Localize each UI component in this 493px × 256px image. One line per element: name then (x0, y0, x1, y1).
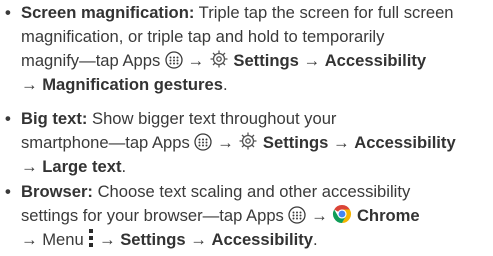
item-text: Show bigger text throughout your (92, 109, 337, 128)
magnification-gestures-label: Magnification gestures (42, 75, 223, 94)
arrow: → (333, 133, 350, 152)
period: . (312, 230, 318, 249)
item-text: smartphone—tap Apps (21, 133, 190, 152)
item-title: Big text: (21, 109, 88, 128)
accessibility-document: • Screen magnification: Triple tap the s… (0, 0, 493, 256)
large-text-label: Large text (42, 157, 122, 176)
list-item-big-text: • Big text: Show bigger text throughout … (0, 107, 493, 179)
settings-label: Settings (262, 133, 329, 152)
arrow: → (311, 206, 328, 225)
menu-label: Menu (42, 230, 84, 249)
arrow: → (21, 230, 38, 249)
item-text: Choose text scaling and other accessibil… (97, 182, 411, 201)
period: . (121, 157, 127, 176)
item-text: magnification, or triple tap and hold to… (21, 27, 385, 46)
chrome-icon (332, 204, 352, 224)
period: . (222, 75, 228, 94)
gear-icon (238, 131, 258, 151)
accessibility-label: Accessibility (354, 133, 456, 152)
overflow-menu-icon (88, 228, 94, 248)
settings-label: Settings (233, 51, 299, 70)
settings-label: Settings (120, 230, 186, 249)
gear-icon (209, 49, 229, 69)
apps-icon (194, 133, 213, 151)
item-text: magnify—tap Apps (21, 51, 161, 70)
item-text: Triple tap the screen for full screen (198, 3, 454, 22)
bullet: • (5, 3, 11, 22)
bullet: • (5, 109, 11, 128)
item-title: Screen magnification: (21, 3, 195, 22)
list-item-browser: • Browser: Choose text scaling and other… (0, 180, 493, 252)
accessibility-label: Accessibility (324, 51, 427, 70)
arrow: → (187, 51, 205, 70)
item-text: settings for your browser—tap Apps (21, 206, 284, 225)
apps-icon (165, 51, 183, 69)
arrow: → (21, 75, 38, 94)
arrow: → (98, 230, 116, 249)
arrow: → (190, 230, 207, 249)
chrome-label: Chrome (356, 206, 420, 225)
apps-icon (288, 206, 307, 224)
item-title: Browser: (21, 182, 93, 201)
arrow: → (21, 157, 38, 176)
list-item-screen-magnification: • Screen magnification: Triple tap the s… (0, 1, 493, 97)
arrow: → (303, 51, 321, 70)
accessibility-label: Accessibility (211, 230, 313, 249)
arrow: → (217, 133, 234, 152)
bullet: • (5, 182, 11, 201)
